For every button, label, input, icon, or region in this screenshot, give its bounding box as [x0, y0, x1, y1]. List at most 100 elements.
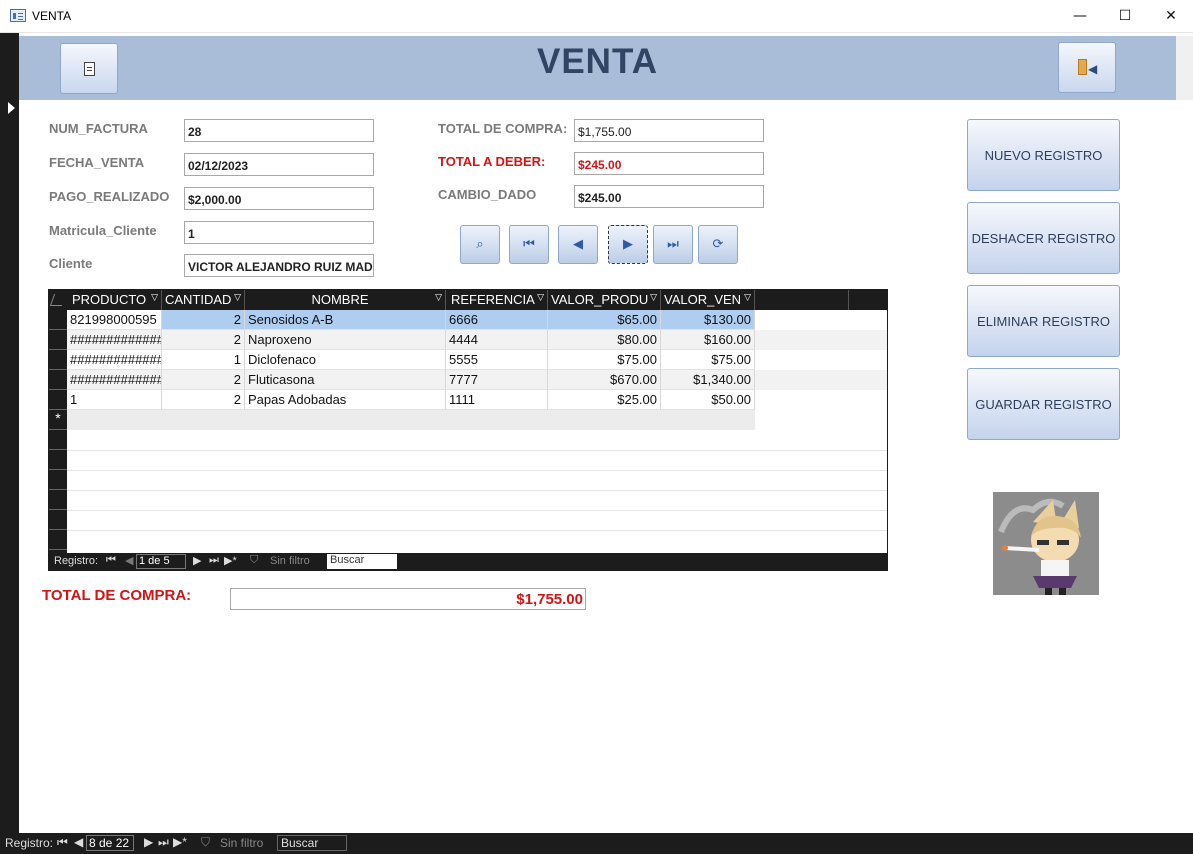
main-first-icon[interactable]: ⏮: [57, 835, 68, 850]
subform-next-icon[interactable]: ▶: [193, 554, 201, 567]
subform-new-record-icon[interactable]: ▶*: [224, 554, 237, 567]
cell-cantidad[interactable]: 2: [162, 310, 245, 330]
dropdown-arrow-icon[interactable]: ▽: [744, 293, 751, 303]
new-row-selector[interactable]: *: [49, 410, 67, 430]
cell-producto[interactable]: 821998000595: [67, 310, 162, 330]
cell-valor-produ[interactable]: $25.00: [548, 390, 661, 410]
next-record-button[interactable]: ▶: [608, 225, 648, 264]
main-search-input[interactable]: Buscar: [277, 835, 347, 851]
dropdown-arrow-icon[interactable]: ▽: [650, 293, 657, 303]
total-compra-summary-field[interactable]: $1,755.00: [230, 588, 586, 610]
subform-filter-icon[interactable]: ⛉: [250, 554, 258, 567]
dropdown-arrow-icon[interactable]: ▽: [435, 293, 442, 303]
new-record-row[interactable]: [67, 410, 755, 430]
main-filter-icon[interactable]: ⛉: [201, 835, 210, 850]
close-button[interactable]: ✕: [1148, 0, 1193, 32]
deshacer-registro-button[interactable]: DESHACER REGISTRO: [967, 202, 1120, 274]
cell-cantidad[interactable]: 2: [162, 330, 245, 350]
first-record-button[interactable]: ⏮: [509, 225, 549, 264]
table-row[interactable]: ############# 2 Fluticasona 7777 $670.00…: [67, 370, 887, 390]
cell-producto[interactable]: 1: [67, 390, 162, 410]
exit-button[interactable]: ◀: [1058, 42, 1116, 93]
row-selector[interactable]: [49, 330, 67, 350]
fecha-venta-field[interactable]: 02/12/2023: [184, 153, 374, 176]
cell-valor-ven[interactable]: $1,340.00: [661, 370, 755, 390]
cell-valor-ven[interactable]: $160.00: [661, 330, 755, 350]
cell-nombre[interactable]: Diclofenaco: [245, 350, 446, 370]
row-selector[interactable]: [49, 510, 67, 530]
table-row[interactable]: 1 2 Papas Adobadas 1111 $25.00 $50.00: [67, 390, 887, 410]
col-header-cantidad[interactable]: CANTIDAD ▽: [162, 290, 245, 310]
products-subform[interactable]: PRODUCTO ▽ CANTIDAD ▽ NOMBRE ▽ REFERENCIA ▽ …: [48, 289, 888, 571]
cambio-dado-field[interactable]: $245.00: [574, 185, 764, 208]
table-row[interactable]: ############# 1 Diclofenaco 5555 $75.00 …: [67, 350, 887, 370]
subform-position-field[interactable]: 1 de 5: [136, 554, 186, 569]
row-selector[interactable]: [49, 390, 67, 410]
refresh-button[interactable]: ⟳: [698, 225, 738, 264]
cell-referencia[interactable]: 1111: [446, 390, 548, 410]
table-row[interactable]: 821998000595 2 Senosidos A-B 6666 $65.00…: [67, 310, 887, 330]
maximize-button[interactable]: ☐: [1102, 0, 1148, 32]
cell-valor-produ[interactable]: $65.00: [548, 310, 661, 330]
cell-nombre[interactable]: Senosidos A-B: [245, 310, 446, 330]
minimize-button[interactable]: —: [1057, 0, 1103, 32]
cell-referencia[interactable]: 4444: [446, 330, 548, 350]
total-compra-field[interactable]: $1,755.00: [574, 119, 764, 142]
cell-valor-ven[interactable]: $130.00: [661, 310, 755, 330]
last-record-button[interactable]: ⏭: [653, 225, 693, 264]
row-selector[interactable]: [49, 470, 67, 490]
cell-nombre[interactable]: Papas Adobadas: [245, 390, 446, 410]
cell-producto[interactable]: #############: [67, 330, 162, 350]
total-deber-field[interactable]: $245.00: [574, 152, 764, 175]
col-header-valor-produ[interactable]: VALOR_PRODU ▽: [548, 290, 661, 310]
main-new-record-icon[interactable]: ▶*: [173, 835, 187, 849]
cell-valor-produ[interactable]: $80.00: [548, 330, 661, 350]
main-position-field[interactable]: 8 de 22: [86, 835, 134, 851]
main-prev-icon[interactable]: ◀: [74, 835, 83, 849]
col-header-producto[interactable]: PRODUCTO ▽: [67, 290, 162, 310]
main-filter-label[interactable]: Sin filtro: [220, 836, 263, 850]
previous-record-button[interactable]: ◀: [558, 225, 598, 264]
cell-cantidad[interactable]: 2: [162, 390, 245, 410]
row-selector[interactable]: [49, 350, 67, 370]
row-selector[interactable]: [49, 310, 67, 330]
cell-nombre[interactable]: Fluticasona: [245, 370, 446, 390]
pago-realizado-field[interactable]: $2,000.00: [184, 187, 374, 210]
subform-search-input[interactable]: Buscar: [327, 554, 397, 569]
subform-filter-label[interactable]: Sin filtro: [270, 555, 310, 567]
main-next-icon[interactable]: ▶: [144, 835, 153, 849]
subform-last-icon[interactable]: ⏭: [209, 554, 219, 567]
cell-referencia[interactable]: 7777: [446, 370, 548, 390]
guardar-registro-button[interactable]: GUARDAR REGISTRO: [967, 368, 1120, 440]
cell-cantidad[interactable]: 1: [162, 350, 245, 370]
row-selector[interactable]: [49, 450, 67, 470]
record-selector-strip[interactable]: [0, 33, 19, 833]
col-header-nombre[interactable]: NOMBRE ▽: [245, 290, 446, 310]
col-header-valor-ven[interactable]: VALOR_VEN ▽: [661, 290, 755, 310]
num-factura-field[interactable]: 28: [184, 119, 374, 142]
row-selector[interactable]: [49, 530, 67, 550]
open-form-button[interactable]: [60, 43, 118, 94]
table-row[interactable]: ############# 2 Naproxeno 4444 $80.00 $1…: [67, 330, 887, 350]
cell-nombre[interactable]: Naproxeno: [245, 330, 446, 350]
row-selector[interactable]: [49, 490, 67, 510]
cell-valor-ven[interactable]: $50.00: [661, 390, 755, 410]
cell-valor-produ[interactable]: $670.00: [548, 370, 661, 390]
cell-referencia[interactable]: 5555: [446, 350, 548, 370]
cell-referencia[interactable]: 6666: [446, 310, 548, 330]
row-selector[interactable]: [49, 370, 67, 390]
cell-valor-ven[interactable]: $75.00: [661, 350, 755, 370]
nuevo-registro-button[interactable]: NUEVO REGISTRO: [967, 119, 1120, 191]
cell-cantidad[interactable]: 2: [162, 370, 245, 390]
cliente-field[interactable]: VICTOR ALEJANDRO RUIZ MAD: [184, 254, 374, 277]
dropdown-arrow-icon[interactable]: ▽: [234, 293, 241, 303]
row-selector[interactable]: [49, 430, 67, 450]
col-header-referencia[interactable]: REFERENCIA ▽: [446, 290, 548, 310]
main-last-icon[interactable]: ⏭: [158, 835, 169, 850]
cell-valor-produ[interactable]: $75.00: [548, 350, 661, 370]
search-button[interactable]: ⌕: [460, 225, 500, 264]
eliminar-registro-button[interactable]: ELIMINAR REGISTRO: [967, 285, 1120, 357]
subform-prev-icon[interactable]: ◀: [125, 554, 133, 567]
dropdown-arrow-icon[interactable]: ▽: [537, 293, 544, 303]
cell-producto[interactable]: #############: [67, 370, 162, 390]
